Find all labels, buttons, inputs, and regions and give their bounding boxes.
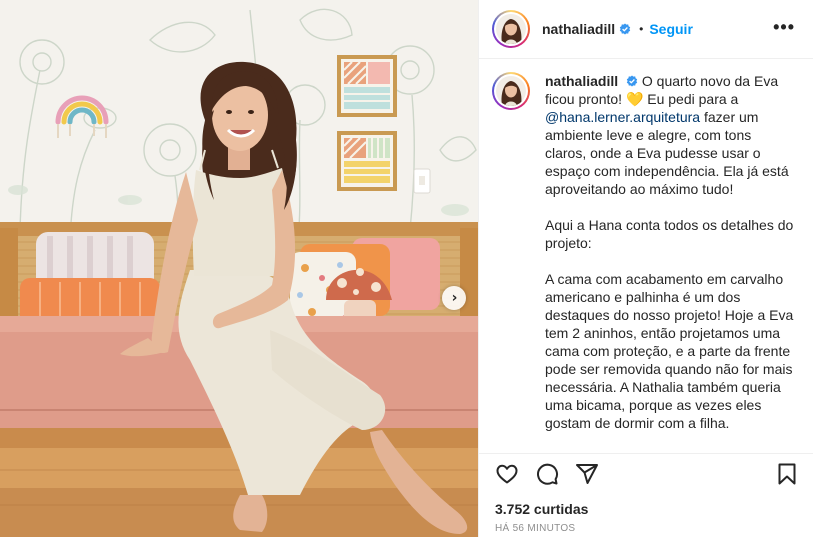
chevron-right-icon: › <box>451 290 458 306</box>
bookmark-icon[interactable] <box>775 462 799 486</box>
post-sidebar: nathaliadill • Seguir ••• nathaliadill O… <box>478 0 813 537</box>
follow-button[interactable]: Seguir <box>649 21 693 37</box>
comment-icon[interactable] <box>535 462 559 486</box>
heart-icon[interactable] <box>495 462 519 486</box>
paper-plane-icon[interactable] <box>575 462 599 486</box>
mention-link[interactable]: @hana.lerner.arquitetura <box>545 109 700 125</box>
action-icons <box>495 462 799 486</box>
carousel-next-button[interactable]: › <box>442 286 466 310</box>
caption: nathaliadill O quarto novo da Eva ficou … <box>492 72 797 450</box>
avatar-image <box>496 76 526 106</box>
avatar-image <box>496 14 526 44</box>
author-avatar[interactable] <box>492 10 530 48</box>
author-username[interactable]: nathaliadill <box>542 21 615 37</box>
caption-username[interactable]: nathaliadill <box>545 73 618 89</box>
bedroom-photo <box>0 0 478 537</box>
post-timestamp[interactable]: HÁ 56 MINUTOS <box>495 523 799 534</box>
post-photo[interactable]: › <box>0 0 478 537</box>
likes-count[interactable]: 3.752 curtidas <box>495 501 799 517</box>
post-actions: 3.752 curtidas HÁ 56 MINUTOS <box>479 453 813 537</box>
post-header: nathaliadill • Seguir ••• <box>479 0 813 59</box>
more-options-icon[interactable]: ••• <box>773 18 795 36</box>
caption-paragraph-2: Aqui a Hana conta todos os detalhes do p… <box>545 217 794 251</box>
caption-paragraph-3: A cama com acabamento em carvalho americ… <box>545 271 794 431</box>
verified-badge-icon <box>619 23 631 35</box>
caption-text: nathaliadill O quarto novo da Eva ficou … <box>545 72 795 450</box>
separator-dot: • <box>639 22 644 36</box>
verified-badge-icon <box>626 75 638 87</box>
comments-section[interactable]: nathaliadill O quarto novo da Eva ficou … <box>479 60 813 453</box>
caption-avatar[interactable] <box>492 72 530 110</box>
